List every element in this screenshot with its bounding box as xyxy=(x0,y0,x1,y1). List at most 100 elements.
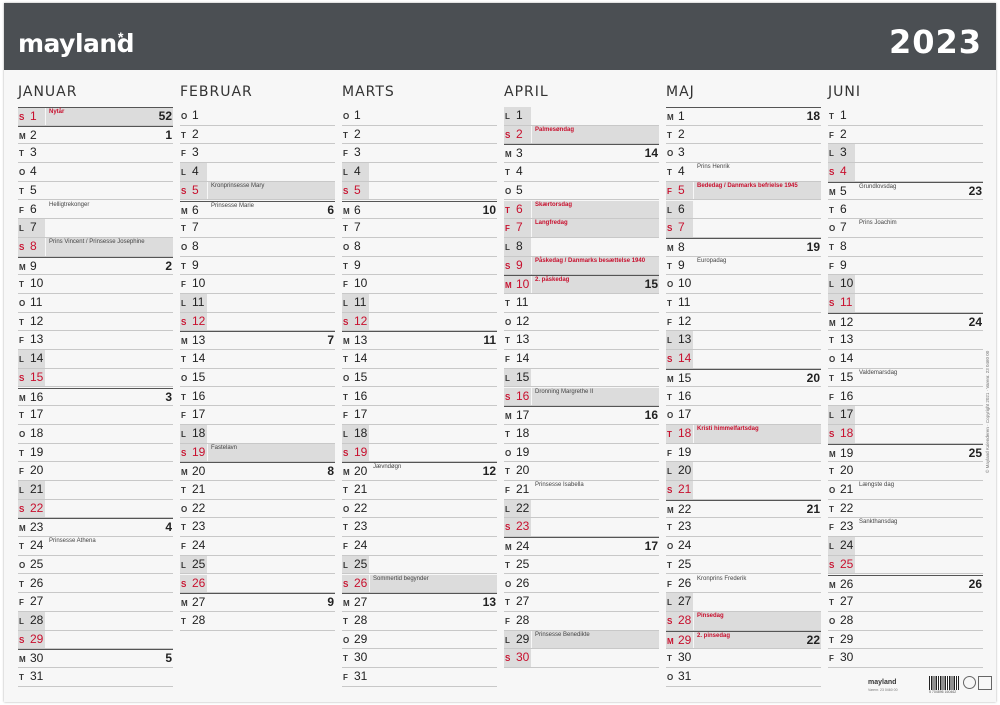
day-number: 26 xyxy=(30,575,44,590)
day-number: 15 xyxy=(678,370,692,385)
day-row: T 14 xyxy=(180,350,335,369)
day-row: S 2 Palmesøndag xyxy=(504,125,659,145)
day-row: M 23 4 xyxy=(18,518,173,538)
weekday-letter: F xyxy=(829,523,834,533)
day-number: 12 xyxy=(354,313,368,328)
day-row: M 5 Grundlovsdag 23 xyxy=(828,181,983,201)
weekday-letter: F xyxy=(19,336,24,346)
day-note: 2. pinsedag xyxy=(697,632,731,639)
barcode xyxy=(929,676,959,690)
weekday-letter: L xyxy=(19,355,24,365)
weekday-letter: M xyxy=(181,206,188,216)
day-row: F 7 Langfredag xyxy=(504,219,659,238)
weekday-letter: S xyxy=(505,392,511,402)
weekday-letter: M xyxy=(19,524,26,534)
day-row: O 17 xyxy=(666,406,821,425)
day-number: 8 xyxy=(516,238,523,253)
day-number: 2 xyxy=(840,126,847,141)
day-number: 15 xyxy=(354,369,368,384)
day-row: F 19 xyxy=(666,444,821,463)
day-row: F 27 xyxy=(18,593,173,612)
day-number: 29 xyxy=(354,631,368,646)
day-row: T 30 xyxy=(342,649,497,668)
day-number: 13 xyxy=(30,332,44,347)
day-row: O 19 xyxy=(504,444,659,463)
day-row: O8 xyxy=(180,238,335,257)
weekday-letter: F xyxy=(505,616,510,626)
day-number: 11 xyxy=(516,295,529,309)
day-row: T 12 xyxy=(18,313,173,332)
day-number: 24 xyxy=(516,539,530,554)
day-number: 25 xyxy=(516,556,530,571)
day-row: T 30 xyxy=(666,649,821,668)
day-number: 28 xyxy=(30,612,44,627)
day-number: 21 xyxy=(840,482,854,496)
week-number: 22 xyxy=(806,632,820,647)
weekday-letter: O xyxy=(505,579,512,589)
day-number: 11 xyxy=(840,295,853,309)
weekday-letter: T xyxy=(181,523,186,533)
weekday-letter: T xyxy=(181,130,186,140)
day-row: O 31 xyxy=(666,668,821,687)
day-number: 3 xyxy=(678,145,685,160)
weekday-letter: L xyxy=(667,467,672,477)
day-row: L 24 xyxy=(828,537,983,556)
day-number: 27 xyxy=(354,595,368,610)
day-row: S4 xyxy=(828,163,983,182)
day-number: 13 xyxy=(192,333,206,348)
weekday-letter: S xyxy=(829,299,835,308)
weekday-letter: T xyxy=(829,635,834,645)
weekday-letter: O xyxy=(343,635,350,645)
day-number: 4 xyxy=(516,164,523,179)
weekday-letter: L xyxy=(829,411,834,421)
day-number: 2 xyxy=(354,126,361,141)
day-row: S 19 xyxy=(342,443,497,463)
day-row: T 15 Valdemarsdag xyxy=(828,369,983,388)
week-number: 14 xyxy=(644,146,658,161)
day-row: T9 xyxy=(342,257,497,276)
day-number: 25 xyxy=(354,556,368,571)
day-number: 15 xyxy=(30,369,44,384)
day-number: 7 xyxy=(354,220,361,235)
day-row: M 12 24 xyxy=(828,312,983,332)
day-row: F 24 xyxy=(342,537,497,556)
day-number: 11 xyxy=(30,295,43,309)
day-number: 11 xyxy=(192,295,205,309)
day-number: 14 xyxy=(354,351,368,366)
weekday-letter: S xyxy=(667,486,673,495)
day-row: L4 xyxy=(180,163,335,182)
day-number: 30 xyxy=(30,651,44,666)
day-row: M 24 17 xyxy=(504,537,659,556)
day-row: L 28 xyxy=(18,611,173,631)
day-row: S 26 Sommertid begynder xyxy=(342,574,497,594)
day-row: F3 xyxy=(342,144,497,164)
weekday-letter: O xyxy=(19,429,26,439)
day-row: M 3 14 xyxy=(504,144,659,164)
weekday-letter: S xyxy=(505,654,511,664)
day-row: F2 xyxy=(828,126,983,145)
weekday-letter: L xyxy=(343,560,348,570)
weekday-letter: O xyxy=(667,542,674,552)
day-number: 25 xyxy=(30,556,44,571)
weekday-letter: O xyxy=(505,317,512,327)
day-number: 29 xyxy=(840,631,854,646)
weekday-letter: T xyxy=(19,579,24,589)
weekday-letter: S xyxy=(343,579,349,589)
day-number: 1 xyxy=(30,109,37,123)
day-row: T 18 Kristi himmelfartsdag xyxy=(666,424,821,444)
day-row: T 29 xyxy=(828,631,983,650)
day-row: T 31 xyxy=(18,668,173,687)
day-row: M 20 Jævndøgn 12 xyxy=(342,462,497,481)
day-number: 5 xyxy=(192,182,199,197)
day-row: S 1 Nytår 52 xyxy=(18,107,173,126)
day-row: T 11 xyxy=(666,294,821,313)
day-number: 13 xyxy=(516,332,530,347)
week-number: 21 xyxy=(806,501,820,516)
weekday-letter: S xyxy=(181,579,187,589)
day-row: O 26 xyxy=(504,575,659,594)
weekday-letter: T xyxy=(19,411,24,421)
day-number: 23 xyxy=(30,520,44,535)
weekday-letter: O xyxy=(181,504,188,514)
day-number: 2 xyxy=(678,126,685,141)
week-number: 16 xyxy=(644,408,658,423)
